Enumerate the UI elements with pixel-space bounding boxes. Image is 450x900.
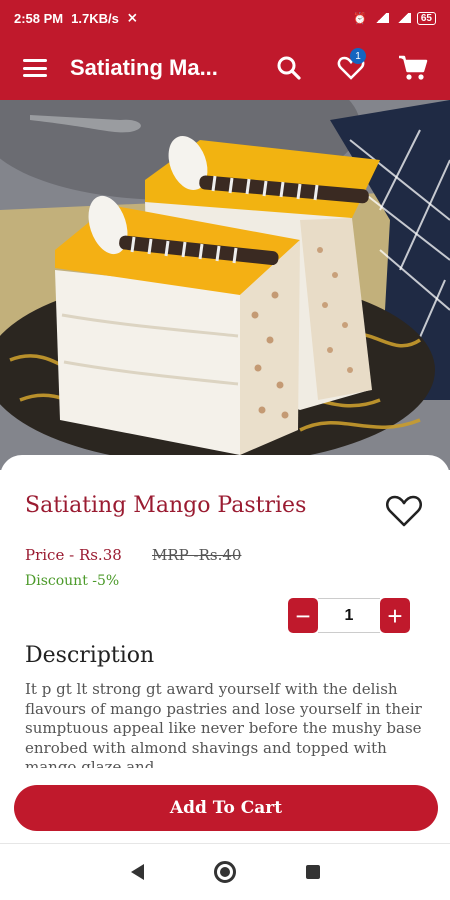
status-bar: 2:58 PM 1.7KB/s ⨯ ⏰ 65 xyxy=(0,0,450,36)
product-image xyxy=(0,100,450,470)
product-price: Price - Rs.38 xyxy=(25,546,122,564)
page-title: Satiating Ma... xyxy=(70,55,218,80)
home-icon[interactable] xyxy=(213,861,236,883)
recent-apps-icon[interactable] xyxy=(305,865,320,879)
app-bar: Satiating Ma... 1 xyxy=(0,36,450,100)
hamburger-icon xyxy=(23,59,47,77)
product-details-card: Satiating Mango Pastries Price - Rs.38 M… xyxy=(0,455,450,900)
cart-icon xyxy=(399,55,428,80)
add-to-wishlist-button[interactable] xyxy=(384,493,424,529)
back-icon[interactable] xyxy=(130,864,144,880)
cart-button[interactable] xyxy=(384,36,442,100)
increment-button[interactable]: + xyxy=(380,598,410,633)
decrement-button[interactable]: − xyxy=(288,598,318,633)
battery-icon: 65 xyxy=(416,11,436,25)
network-speed: 1.7KB/s xyxy=(71,10,119,26)
product-name: Satiating Mango Pastries xyxy=(25,493,307,518)
product-discount: Discount -5% xyxy=(25,573,120,589)
quantity-stepper: − 1 + xyxy=(288,598,413,633)
wishlist-count-badge: 1 xyxy=(350,48,366,64)
wishlist-button[interactable]: 1 xyxy=(322,36,380,100)
search-button[interactable] xyxy=(260,36,318,100)
data-transfer-icon: ⨯ xyxy=(126,10,138,25)
add-to-cart-button[interactable]: Add To Cart xyxy=(14,785,438,831)
system-nav-bar xyxy=(0,843,450,900)
menu-button[interactable] xyxy=(0,36,70,100)
product-mrp: MRP -Rs.40 xyxy=(152,546,242,564)
heart-outline-icon xyxy=(385,495,423,527)
status-time: 2:58 PM xyxy=(14,10,64,26)
signal-icon xyxy=(372,13,389,23)
signal-icon-2 xyxy=(394,13,411,23)
quantity-value[interactable]: 1 xyxy=(318,598,380,633)
alarm-icon: ⏰ xyxy=(353,12,367,25)
search-icon xyxy=(277,56,301,80)
description-text: It p gt lt strong gt award yourself with… xyxy=(25,680,422,768)
description-heading: Description xyxy=(25,643,155,668)
